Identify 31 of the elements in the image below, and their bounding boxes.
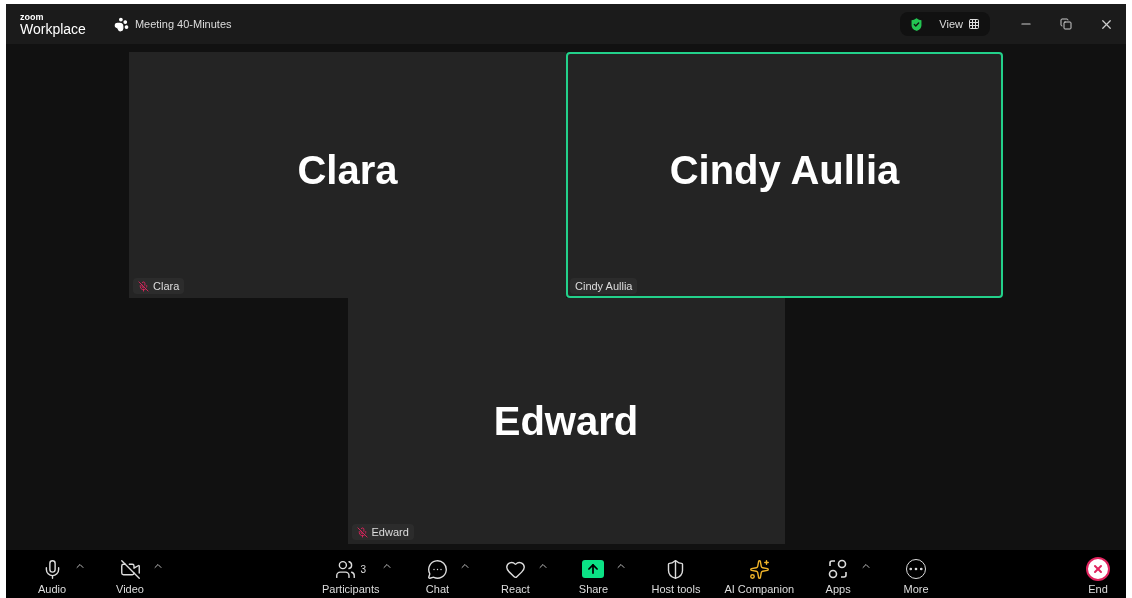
logo-text: zoom <box>20 12 45 22</box>
sparkle-icon <box>748 558 770 580</box>
ai-companion-button[interactable]: AI Companion <box>724 558 795 595</box>
video-off-icon <box>119 558 141 580</box>
video-button[interactable]: Video <box>110 558 150 595</box>
view-button[interactable]: View <box>939 18 980 30</box>
people-icon <box>335 558 357 580</box>
apps-button[interactable]: Apps <box>818 558 859 595</box>
name-label: Edward <box>371 526 409 538</box>
share-button[interactable]: Share <box>573 558 614 595</box>
audio-button[interactable]: Audio <box>32 558 72 595</box>
apps-icon <box>827 558 850 580</box>
end-button[interactable]: End <box>1078 558 1118 595</box>
participant-name: Clara <box>297 147 398 193</box>
logo-text: Workplace <box>20 21 86 36</box>
grid-icon <box>968 18 980 30</box>
chat-bubble-icon <box>427 558 448 580</box>
more-button[interactable]: More <box>896 558 937 595</box>
host-tools-button[interactable]: Host tools <box>651 558 701 595</box>
restore-icon[interactable] <box>1060 18 1072 30</box>
participant-name: Cindy Aullia <box>669 147 900 193</box>
paw-icon <box>113 16 129 32</box>
react-button[interactable]: React <box>495 558 536 595</box>
participants-button[interactable]: 3 Participants <box>322 558 380 595</box>
name-label: Cindy Aullia <box>575 280 633 292</box>
meeting-title: Meeting 40-Minutes <box>134 18 232 30</box>
name-label: Clara <box>153 280 180 292</box>
participant-name: Edward <box>493 398 639 444</box>
end-call-icon <box>1086 557 1110 581</box>
chat-button[interactable]: Chat <box>417 558 458 595</box>
participant-count: 3 <box>360 563 366 575</box>
